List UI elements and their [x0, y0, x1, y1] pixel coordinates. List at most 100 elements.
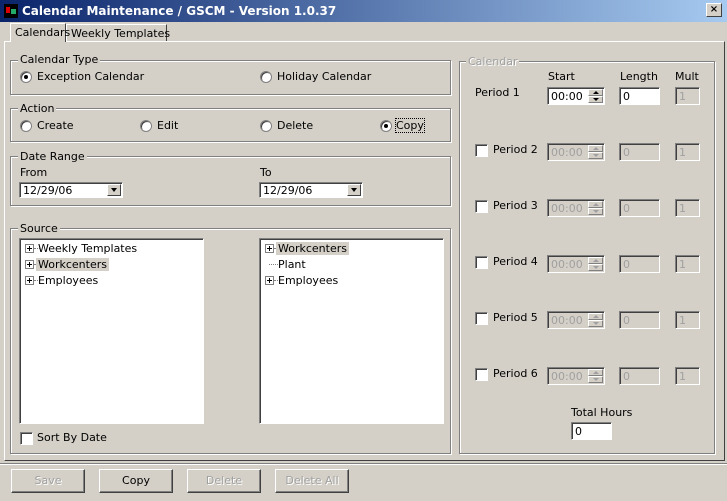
- to-label: To: [260, 166, 272, 179]
- period-6-mult-input: 1: [675, 367, 700, 385]
- from-label: From: [20, 166, 48, 179]
- sort-by-date-label[interactable]: Sort By Date: [37, 431, 107, 444]
- period-2-checkbox[interactable]: [475, 144, 488, 157]
- delete-label[interactable]: Delete: [277, 119, 313, 132]
- calendar-label: Calendar: [466, 55, 520, 68]
- to-date-picker[interactable]: 12/29/06: [259, 182, 363, 198]
- tree-node-label[interactable]: Plant: [276, 258, 308, 271]
- period-1-label: Period 1: [475, 86, 520, 99]
- delete-all-button[interactable]: Delete All: [275, 469, 349, 493]
- period-5-checkbox[interactable]: [475, 312, 488, 325]
- period-5-start-value: 00:00: [551, 314, 583, 327]
- total-hours-label: Total Hours: [571, 406, 633, 419]
- holiday-calendar-label[interactable]: Holiday Calendar: [277, 70, 371, 83]
- edit-label[interactable]: Edit: [157, 119, 178, 132]
- total-hours-input[interactable]: 0: [571, 422, 612, 440]
- period-5-mult-input: 1: [675, 311, 700, 329]
- tree-node-label[interactable]: Workcenters: [276, 242, 349, 255]
- close-button[interactable]: ×: [706, 3, 722, 17]
- destination-tree[interactable]: Workcenters Plant Employees: [259, 238, 444, 424]
- to-date-value: 12/29/06: [263, 184, 313, 197]
- expand-icon[interactable]: [265, 276, 274, 285]
- period-2-length-value: 0: [623, 146, 630, 159]
- action-label: Action: [18, 102, 57, 115]
- period-3-checkbox[interactable]: [475, 200, 488, 213]
- period-3-mult-input: 1: [675, 199, 700, 217]
- period-4-mult-input: 1: [675, 255, 700, 273]
- bottom-separator: [0, 463, 727, 465]
- period-1-start-value: 00:00: [551, 90, 583, 103]
- expand-icon[interactable]: [25, 244, 34, 253]
- delete-radio[interactable]: [260, 120, 272, 132]
- period-3-label[interactable]: Period 3: [493, 199, 538, 212]
- save-button[interactable]: Save: [11, 469, 85, 493]
- window-title: Calendar Maintenance / GSCM - Version 1.…: [22, 4, 337, 18]
- tree-node-label[interactable]: Workcenters: [36, 258, 109, 271]
- expand-icon[interactable]: [265, 244, 274, 253]
- create-radio[interactable]: [20, 120, 32, 132]
- period-3-mult-value: 1: [679, 202, 686, 215]
- edit-radio[interactable]: [140, 120, 152, 132]
- spinner-icon: [588, 145, 603, 159]
- source-tree[interactable]: Weekly Templates Workcenters Employees: [19, 238, 204, 424]
- sort-by-date-checkbox[interactable]: [20, 432, 33, 445]
- date-range-label: Date Range: [18, 150, 87, 163]
- period-6-checkbox[interactable]: [475, 368, 488, 381]
- period-5-mult-value: 1: [679, 314, 686, 327]
- period-4-length-input: 0: [619, 255, 660, 273]
- period-5-start-input: 00:00: [547, 311, 605, 329]
- period-6-length-value: 0: [623, 370, 630, 383]
- tab-calendars[interactable]: Calendars: [10, 23, 70, 42]
- start-header: Start: [548, 70, 575, 83]
- from-date-dropdown-icon[interactable]: [107, 184, 121, 196]
- period-1-mult-input: 1: [675, 87, 700, 105]
- tree-node-label[interactable]: Weekly Templates: [36, 242, 139, 255]
- tab-weekly-templates[interactable]: Weekly Templates: [66, 24, 170, 42]
- spinner-icon: [588, 313, 603, 327]
- source-label: Source: [18, 222, 60, 235]
- period-4-checkbox[interactable]: [475, 256, 488, 269]
- spinner-icon: [588, 369, 603, 383]
- mult-header: Mult: [675, 70, 699, 83]
- to-date-dropdown-icon[interactable]: [347, 184, 361, 196]
- period-5-length-value: 0: [623, 314, 630, 327]
- period-3-start-value: 00:00: [551, 202, 583, 215]
- period-1-length-value: 0: [623, 90, 630, 103]
- period-2-label[interactable]: Period 2: [493, 143, 538, 156]
- copy-label[interactable]: Copy: [395, 118, 425, 133]
- copy-radio[interactable]: [380, 120, 392, 132]
- period-3-length-value: 0: [623, 202, 630, 215]
- create-label[interactable]: Create: [37, 119, 74, 132]
- spinner-icon: [588, 201, 603, 215]
- period-4-start-input: 00:00: [547, 255, 605, 273]
- holiday-calendar-radio[interactable]: [260, 71, 272, 83]
- expand-icon[interactable]: [25, 260, 34, 269]
- from-date-value: 12/29/06: [23, 184, 73, 197]
- period-5-label[interactable]: Period 5: [493, 311, 538, 324]
- total-hours-value: 0: [575, 425, 582, 438]
- period-1-start-input[interactable]: 00:00: [547, 87, 605, 105]
- period-6-label[interactable]: Period 6: [493, 367, 538, 380]
- period-1-length-input[interactable]: 0: [619, 87, 660, 105]
- calendar-type-label: Calendar Type: [18, 53, 101, 66]
- app-icon: [4, 4, 18, 18]
- period-4-start-value: 00:00: [551, 258, 583, 271]
- delete-button[interactable]: Delete: [187, 469, 261, 493]
- period-6-start-value: 00:00: [551, 370, 583, 383]
- period-4-label[interactable]: Period 4: [493, 255, 538, 268]
- exception-calendar-radio[interactable]: [20, 71, 32, 83]
- title-bar: Calendar Maintenance / GSCM - Version 1.…: [0, 0, 727, 22]
- length-header: Length: [620, 70, 658, 83]
- expand-icon[interactable]: [25, 276, 34, 285]
- spinner-icon[interactable]: [588, 89, 603, 103]
- copy-button[interactable]: Copy: [99, 469, 173, 493]
- period-2-length-input: 0: [619, 143, 660, 161]
- tree-node-label[interactable]: Employees: [36, 274, 100, 287]
- from-date-picker[interactable]: 12/29/06: [19, 182, 123, 198]
- tree-node-label[interactable]: Employees: [276, 274, 340, 287]
- period-5-length-input: 0: [619, 311, 660, 329]
- period-1-mult-value: 1: [679, 90, 686, 103]
- period-3-length-input: 0: [619, 199, 660, 217]
- exception-calendar-label[interactable]: Exception Calendar: [37, 70, 144, 83]
- period-2-start-value: 00:00: [551, 146, 583, 159]
